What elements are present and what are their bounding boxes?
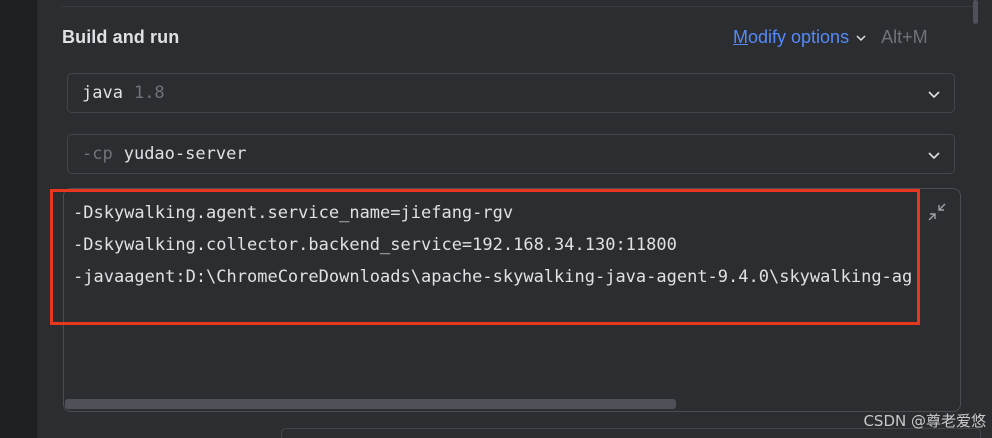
chevron-down-icon[interactable] [927,148,941,162]
chevron-down-icon[interactable] [927,87,941,101]
vertical-scrollbar-thumb[interactable] [973,0,978,24]
classpath-prefix: -cp [82,144,113,164]
horizontal-scrollbar-thumb[interactable] [65,399,676,409]
modify-options-label[interactable]: Modify options [733,27,849,48]
section-title: Build and run [62,27,180,47]
collapse-icon[interactable] [924,199,950,225]
highlight-annotation-box [50,189,920,325]
top-divider [62,6,977,7]
classpath-module-dropdown[interactable]: -cp yudao-server [67,134,955,174]
jre-dropdown[interactable]: java 1.8 [67,73,955,113]
chevron-down-icon[interactable] [855,32,867,44]
jre-version: 1.8 [133,83,165,103]
left-gutter [0,0,37,438]
jre-value: java [82,83,123,103]
watermark: CSDN @尊老爱悠 [863,412,986,430]
run-configuration-panel: Build and run Modify options Alt+M java … [0,0,992,438]
classpath-module: yudao-server [123,144,247,164]
modify-options-link[interactable]: Modify options Alt+M [733,27,928,48]
modify-options-shortcut: Alt+M [881,27,928,47]
